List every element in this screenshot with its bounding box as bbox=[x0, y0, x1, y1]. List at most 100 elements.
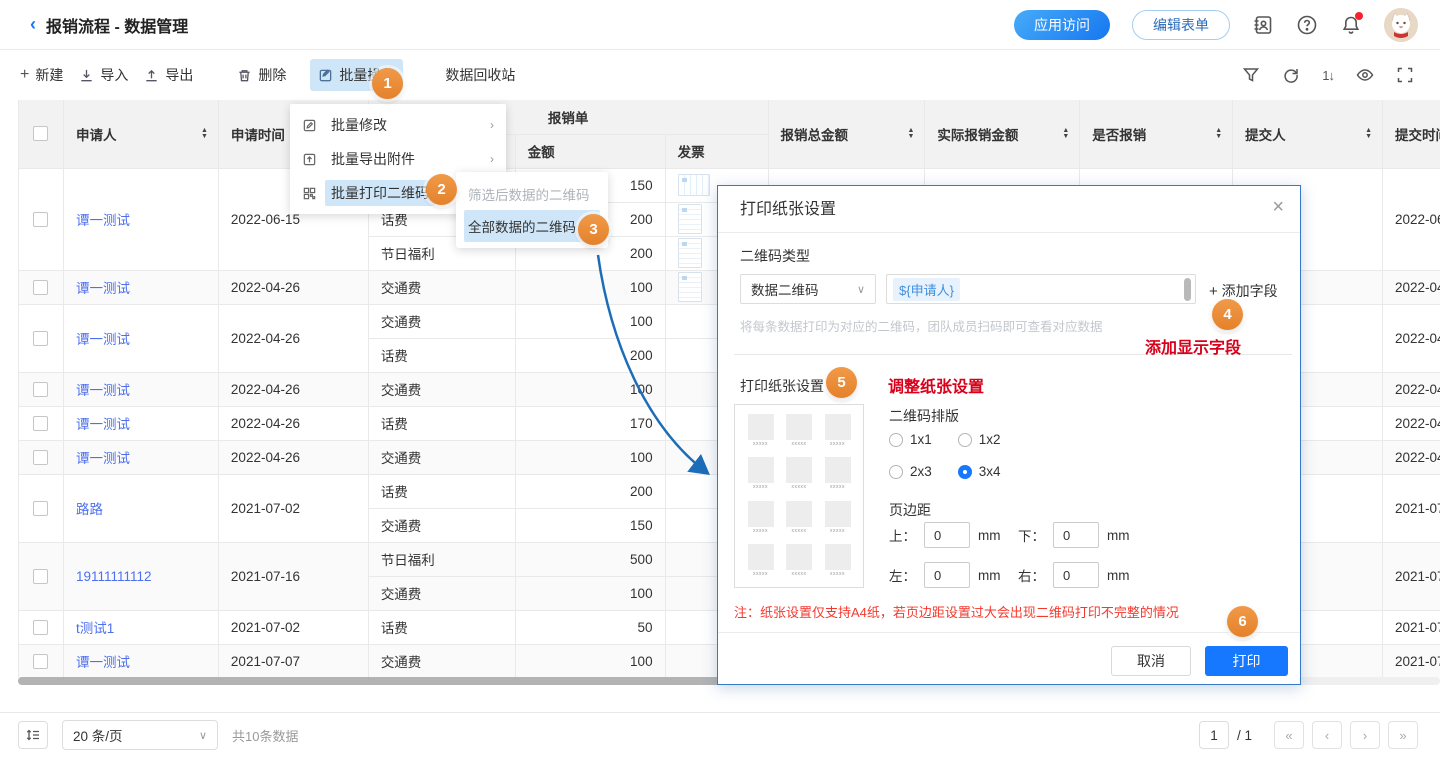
address-book-icon[interactable] bbox=[1252, 14, 1274, 36]
applicant-link[interactable]: 路路 bbox=[76, 502, 103, 517]
qr-hint-text: 将每条数据打印为对应的二维码，团队成员扫码即可查看对应数据 bbox=[740, 316, 1103, 335]
step-badge-4: 4 bbox=[1212, 299, 1243, 330]
paper-qr-cell: xxxxx bbox=[825, 501, 851, 535]
row-checkbox[interactable] bbox=[33, 501, 48, 516]
amount-cell: 100 bbox=[515, 576, 665, 610]
submenu-item-filtered-qrcode[interactable]: 筛选后数据的二维码 bbox=[464, 178, 600, 210]
add-field-button[interactable]: + 添加字段 bbox=[1209, 281, 1278, 301]
field-token[interactable]: ${申请人} bbox=[893, 278, 960, 301]
next-page-button[interactable]: › bbox=[1350, 721, 1380, 749]
chevron-right-icon: › bbox=[490, 152, 494, 166]
applicant-link[interactable]: 谭一测试 bbox=[76, 383, 130, 398]
applicant-link[interactable]: 谭一测试 bbox=[76, 332, 130, 347]
radio-layout-3x4[interactable]: 3x4 bbox=[958, 464, 1001, 479]
invoice-thumbnail[interactable] bbox=[678, 174, 710, 196]
fullscreen-icon[interactable] bbox=[1396, 66, 1414, 84]
sort-icon[interactable]: ▲▼ bbox=[907, 128, 914, 140]
sort-icon[interactable]: ▲▼ bbox=[1215, 128, 1222, 140]
applicant-link[interactable]: 谭一测试 bbox=[76, 417, 130, 432]
submit-date-cell: 2021-07- bbox=[1383, 474, 1440, 542]
recycle-bin-button[interactable]: 数据回收站 bbox=[437, 59, 523, 91]
radio-layout-1x1[interactable]: 1x1 bbox=[889, 432, 932, 447]
category-cell: 交通费 bbox=[368, 270, 515, 304]
print-button[interactable]: 打印 bbox=[1205, 646, 1288, 676]
user-avatar[interactable] bbox=[1384, 8, 1418, 42]
header-applicant[interactable]: 申请人▲▼ bbox=[63, 100, 218, 168]
dialog-footer: 取消 打印 bbox=[718, 632, 1300, 686]
paper-qr-cell: xxxxx bbox=[748, 457, 774, 491]
header-submit-time[interactable]: 提交时间 bbox=[1383, 100, 1440, 168]
app-access-button[interactable]: 应用访问 bbox=[1014, 10, 1110, 40]
import-button[interactable]: 导入 bbox=[71, 59, 136, 91]
header-amount[interactable]: 金额 bbox=[515, 134, 665, 168]
apply-date-cell: 2022-04-26 bbox=[218, 304, 368, 372]
new-button[interactable]: + 新建 bbox=[12, 59, 71, 91]
paper-qr-cell: xxxxx bbox=[748, 544, 774, 578]
row-checkbox[interactable] bbox=[33, 280, 48, 295]
last-page-button[interactable]: » bbox=[1388, 721, 1418, 749]
prev-page-button[interactable]: ‹ bbox=[1312, 721, 1342, 749]
qr-type-select[interactable]: 数据二维码 ∨ bbox=[740, 274, 876, 304]
applicant-link[interactable]: 谭一测试 bbox=[76, 281, 130, 296]
row-checkbox[interactable] bbox=[33, 654, 48, 669]
header-invoice[interactable]: 发票 bbox=[665, 134, 768, 168]
row-checkbox[interactable] bbox=[33, 450, 48, 465]
paper-settings-label: 打印纸张设置 bbox=[740, 376, 824, 396]
cancel-button[interactable]: 取消 bbox=[1111, 646, 1191, 676]
header-total-amount[interactable]: 报销总金额▲▼ bbox=[768, 100, 925, 168]
row-height-button[interactable] bbox=[18, 721, 48, 749]
applicant-link[interactable]: 谭一测试 bbox=[76, 213, 130, 228]
invoice-thumbnail[interactable] bbox=[678, 204, 702, 234]
sort-icon[interactable]: ▲▼ bbox=[1062, 128, 1069, 140]
export-button[interactable]: 导出 bbox=[136, 59, 201, 91]
applicant-link[interactable]: 19111111112 bbox=[76, 569, 152, 584]
step-badge-6: 6 bbox=[1227, 606, 1258, 637]
page-number-input[interactable]: 1 bbox=[1199, 721, 1229, 749]
radio-layout-1x2[interactable]: 1x2 bbox=[958, 432, 1001, 447]
invoice-thumbnail[interactable] bbox=[678, 272, 702, 302]
header-is-reimbursed[interactable]: 是否报销▲▼ bbox=[1080, 100, 1233, 168]
header-actual-amount[interactable]: 实际报销金额▲▼ bbox=[925, 100, 1080, 168]
step-badge-1: 1 bbox=[372, 68, 403, 99]
applicant-link[interactable]: t测试1 bbox=[76, 621, 114, 636]
radio-layout-2x3[interactable]: 2x3 bbox=[889, 464, 932, 479]
notification-bell-icon[interactable] bbox=[1340, 14, 1362, 36]
menu-item-batch-edit[interactable]: 批量修改 › bbox=[290, 108, 506, 142]
visibility-icon[interactable] bbox=[1356, 66, 1374, 84]
sort-icon[interactable]: ▲▼ bbox=[1365, 128, 1372, 140]
category-cell: 话费 bbox=[368, 474, 515, 508]
margin-left-input[interactable]: 0 bbox=[924, 562, 970, 588]
input-scrollbar[interactable] bbox=[1184, 278, 1191, 301]
row-checkbox[interactable] bbox=[33, 331, 48, 346]
header-submitter[interactable]: 提交人▲▼ bbox=[1233, 100, 1383, 168]
row-checkbox[interactable] bbox=[33, 382, 48, 397]
applicant-link[interactable]: 谭一测试 bbox=[76, 451, 130, 466]
row-sort-icon[interactable]: 1↓ bbox=[1322, 68, 1334, 83]
back-icon[interactable]: ‹ bbox=[30, 14, 36, 35]
apply-date-cell: 2022-04-26 bbox=[218, 440, 368, 474]
sort-icon[interactable]: ▲▼ bbox=[201, 128, 208, 140]
margin-top-input[interactable]: 0 bbox=[924, 522, 970, 548]
row-checkbox[interactable] bbox=[33, 620, 48, 635]
filter-icon[interactable] bbox=[1242, 66, 1260, 84]
batch-edit-icon bbox=[318, 68, 333, 83]
apply-date-cell: 2021-07-16 bbox=[218, 542, 368, 610]
help-icon[interactable] bbox=[1296, 14, 1318, 36]
page-size-select[interactable]: 20 条/页 ∨ bbox=[62, 720, 218, 750]
select-all-checkbox[interactable] bbox=[33, 126, 48, 141]
first-page-button[interactable]: « bbox=[1274, 721, 1304, 749]
qr-field-input[interactable]: ${申请人} bbox=[886, 274, 1196, 304]
row-checkbox[interactable] bbox=[33, 416, 48, 431]
amount-cell: 100 bbox=[515, 270, 665, 304]
invoice-thumbnail[interactable] bbox=[678, 238, 702, 268]
margin-right-input[interactable]: 0 bbox=[1053, 562, 1099, 588]
close-icon[interactable]: × bbox=[1272, 196, 1284, 219]
delete-button[interactable]: 删除 bbox=[229, 59, 294, 91]
row-checkbox[interactable] bbox=[33, 569, 48, 584]
applicant-link[interactable]: 谭一测试 bbox=[76, 655, 130, 670]
row-checkbox[interactable] bbox=[33, 212, 48, 227]
edit-form-button[interactable]: 编辑表单 bbox=[1132, 10, 1230, 40]
refresh-icon[interactable] bbox=[1282, 66, 1300, 84]
menu-item-batch-export-attachments[interactable]: 批量导出附件 › bbox=[290, 142, 506, 176]
margin-bottom-input[interactable]: 0 bbox=[1053, 522, 1099, 548]
